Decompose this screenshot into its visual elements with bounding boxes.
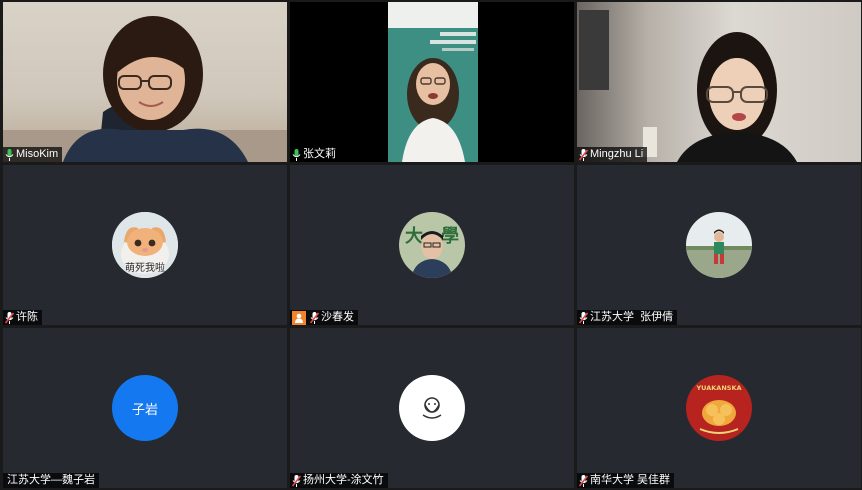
microphone-muted-icon [310, 311, 319, 324]
video-gallery: MisoKim 张文莉 Mingzhu Li 萌死我啦 许陈 大 學 沙春发 江… [0, 0, 862, 490]
participant-tile-active-speaker[interactable]: 张文莉 [290, 2, 574, 162]
svg-text:學: 學 [441, 226, 459, 247]
avatar-caption: 萌死我啦 [125, 263, 165, 274]
person-icon [292, 310, 306, 325]
microphone-muted-icon [579, 311, 588, 324]
participant-name-tag: 扬州大学-涂文竹 [290, 473, 388, 488]
participant-name: 扬州大学-涂文竹 [303, 474, 384, 486]
participant-tile-misokim[interactable]: MisoKim [3, 2, 287, 162]
participant-tile-tu-wenzhu[interactable]: 扬州大学-涂文竹 [290, 328, 574, 488]
participant-tile-wu-jiaqun[interactable]: YUAKANSKA 南华大学 吴佳群 [577, 328, 861, 488]
avatar-logo-text: YUAKANSKA [695, 384, 741, 392]
avatar-initials: 子岩 [112, 375, 178, 441]
participant-name: 江苏大学—魏子岩 [7, 474, 95, 486]
participant-name: 沙春发 [321, 311, 354, 323]
participant-name-tag: 江苏大学—魏子岩 [3, 473, 99, 488]
participant-name-tag: MisoKim [3, 147, 63, 162]
microphone-muted-icon [579, 148, 588, 161]
microphone-muted-icon [579, 474, 588, 487]
participant-name: Mingzhu Li [590, 148, 644, 160]
microphone-muted-icon [5, 311, 14, 324]
microphone-icon [292, 148, 301, 161]
participant-name-tag: 沙春发 [290, 310, 358, 325]
participant-name-tag: 江苏大学 张伊倩 [577, 310, 678, 325]
participant-video [577, 2, 861, 162]
participant-name-tag: 南华大学 吴佳群 [577, 473, 675, 488]
participant-name-tag: Mingzhu Li [577, 147, 648, 162]
svg-text:大: 大 [405, 225, 423, 247]
avatar: 萌死我啦 [112, 212, 178, 278]
avatar: YUAKANSKA [686, 375, 752, 441]
participant-tile-mingzhu-li[interactable]: Mingzhu Li [577, 2, 861, 162]
avatar [399, 375, 465, 441]
participant-tile-xu-chen[interactable]: 萌死我啦 许陈 [3, 165, 287, 325]
participant-video [3, 2, 287, 162]
avatar [686, 212, 752, 278]
microphone-icon [5, 148, 14, 161]
participant-name: 许陈 [16, 311, 38, 323]
avatar: 大 學 [399, 212, 465, 278]
participant-tile-sha-chunfa[interactable]: 大 學 沙春发 [290, 165, 574, 325]
participant-name: 张文莉 [303, 148, 336, 160]
initials-text: 子岩 [131, 401, 158, 417]
participant-name: 南华大学 吴佳群 [590, 474, 671, 486]
participant-name-tag: 张文莉 [290, 147, 340, 162]
participant-name-tag: 许陈 [3, 310, 42, 325]
participant-video [290, 2, 574, 162]
microphone-muted-icon [292, 474, 301, 487]
participant-name: MisoKim [16, 148, 59, 160]
participant-name: 江苏大学 张伊倩 [590, 311, 674, 323]
participant-tile-zhang-yiqian[interactable]: 江苏大学 张伊倩 [577, 165, 861, 325]
participant-tile-wei-ziyan[interactable]: 子岩 江苏大学—魏子岩 [3, 328, 287, 488]
